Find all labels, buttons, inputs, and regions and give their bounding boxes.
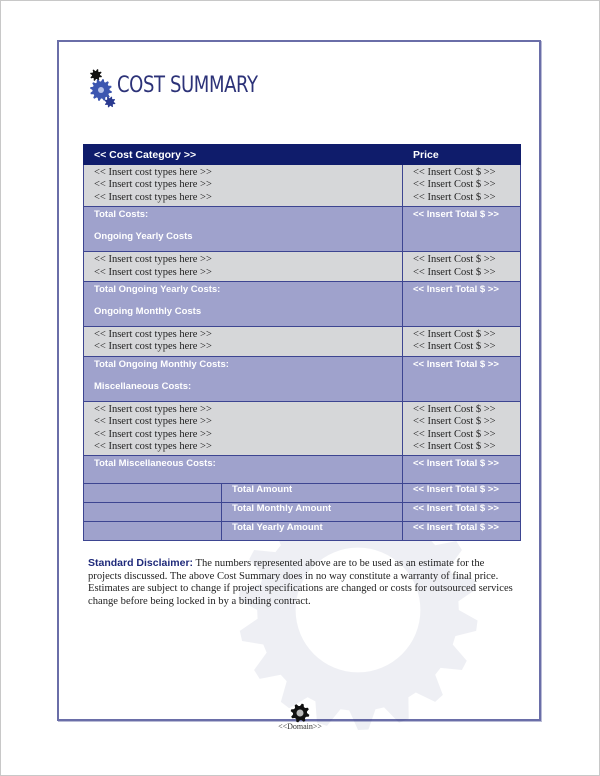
cost-values-cell[interactable]: << Insert Cost $ >> << Insert Cost $ >> [402,326,521,357]
total-label: Total Costs: [94,209,149,221]
summary-row: Total Yearly Amount << Insert Total $ >> [83,521,521,542]
cost-value: << Insert Cost $ >> [413,403,496,415]
cost-type: << Insert cost types here >> [94,329,212,341]
total-row: Total Costs: Ongoing Yearly Costs << Inser… [83,206,521,253]
summary-empty-cell [83,521,222,542]
total-label: Total Miscellaneous Costs: [94,458,216,470]
total-label-cell: Total Ongoing Monthly Costs: Miscellaneou… [83,355,403,402]
summary-row: Total Monthly Amount << Insert Total $ >> [83,502,521,523]
page-title: COST SUMMARY [117,73,258,98]
total-value: << Insert Total $ >> [413,209,499,221]
total-row: Total Ongoing Yearly Costs: Ongoing Month… [83,281,521,328]
summary-label: Total Yearly Amount [221,521,403,542]
section-heading: Ongoing Monthly Costs [94,306,202,318]
total-row: Total Miscellaneous Costs: << Insert Tota… [83,455,521,485]
cost-types-cell[interactable]: << Insert cost types here >> << Insert co… [83,400,403,457]
cost-value: << Insert Cost $ >> [413,428,496,440]
cost-type: << Insert cost types here >> [94,191,212,203]
footer-gear-icon [290,703,310,723]
total-value-cell[interactable]: << Insert Total $ >> [402,455,521,485]
cost-type: << Insert cost types here >> [94,266,212,278]
summary-value[interactable]: << Insert Total $ >> [402,502,521,523]
total-label-cell: Total Ongoing Yearly Costs: Ongoing Month… [83,281,403,328]
summary-empty-cell [83,483,222,504]
total-value-cell[interactable]: << Insert Total $ >> [402,281,521,328]
cost-value: << Insert Cost $ >> [413,329,496,341]
cost-type: << Insert cost types here >> [94,403,212,415]
item-row: << Insert cost types here >> << Insert co… [83,326,521,357]
header-cost-category: << Cost Category >> [83,144,403,165]
item-row: << Insert cost types here >> << Insert co… [83,251,521,283]
gear-body [92,71,100,79]
cost-values-cell[interactable]: << Insert Cost $ >> << Insert Cost $ >> <<… [402,400,521,457]
cost-values-cell[interactable]: << Insert Cost $ >> << Insert Cost $ >> <<… [402,163,521,208]
cost-type: << Insert cost types here >> [94,254,212,266]
disclaimer: Standard Disclaimer: The numbers represe… [88,557,518,608]
summary-value[interactable]: << Insert Total $ >> [402,483,521,504]
total-value-cell[interactable]: << Insert Total $ >> [402,206,521,253]
cost-value: << Insert Cost $ >> [413,191,496,203]
cost-value: << Insert Cost $ >> [413,266,496,278]
cost-value: << Insert Cost $ >> [413,341,496,353]
section-heading: Ongoing Yearly Costs [94,231,193,243]
item-row: << Insert cost types here >> << Insert co… [83,400,521,457]
total-value: << Insert Total $ >> [413,284,499,296]
item-row: << Insert cost types here >> << Insert co… [83,163,521,208]
cost-value: << Insert Cost $ >> [413,179,496,191]
cost-type: << Insert cost types here >> [94,179,212,191]
total-value: << Insert Total $ >> [413,458,499,470]
summary-label: Total Amount [221,483,403,504]
cost-value: << Insert Cost $ >> [413,167,496,178]
header-price: Price [402,144,521,165]
summary-value[interactable]: << Insert Total $ >> [402,521,521,542]
cost-type: << Insert cost types here >> [94,428,212,440]
cost-types-cell[interactable]: << Insert cost types here >> << Insert co… [83,251,403,283]
summary-empty-cell [83,502,222,523]
cost-summary-table: << Cost Category >> Price << Insert cost… [83,144,521,542]
cost-types-cell[interactable]: << Insert cost types here >> << Insert co… [83,326,403,357]
section-heading: Miscellaneous Costs: [94,380,192,392]
total-value: << Insert Total $ >> [413,358,499,370]
gear-body [106,98,114,106]
total-label: Total Ongoing Monthly Costs: [94,358,229,370]
cost-type: << Insert cost types here >> [94,441,212,453]
total-row: Total Ongoing Monthly Costs: Miscellaneou… [83,355,521,402]
total-label: Total Ongoing Yearly Costs: [94,284,221,296]
cost-types-cell[interactable]: << Insert cost types here >> << Insert co… [83,163,403,208]
gears-logo-icon [90,69,116,108]
cost-type: << Insert cost types here >> [94,416,212,428]
total-value-cell[interactable]: << Insert Total $ >> [402,355,521,402]
summary-row: Total Amount << Insert Total $ >> [83,483,521,504]
total-label-cell: Total Miscellaneous Costs: [83,455,403,485]
cost-value: << Insert Cost $ >> [413,416,496,428]
disclaimer-lead: Standard Disclaimer: [88,557,194,569]
footer-domain: <<Domain>> [278,722,322,731]
cost-values-cell[interactable]: << Insert Cost $ >> << Insert Cost $ >> [402,251,521,283]
cost-value: << Insert Cost $ >> [413,254,496,266]
summary-label: Total Monthly Amount [221,502,403,523]
total-label-cell: Total Costs: Ongoing Yearly Costs [83,206,403,253]
cost-type: << Insert cost types here >> [94,341,212,353]
table-header-row: << Cost Category >> Price [83,144,521,165]
cost-value: << Insert Cost $ >> [413,441,496,453]
cost-type: << Insert cost types here >> [94,167,212,178]
